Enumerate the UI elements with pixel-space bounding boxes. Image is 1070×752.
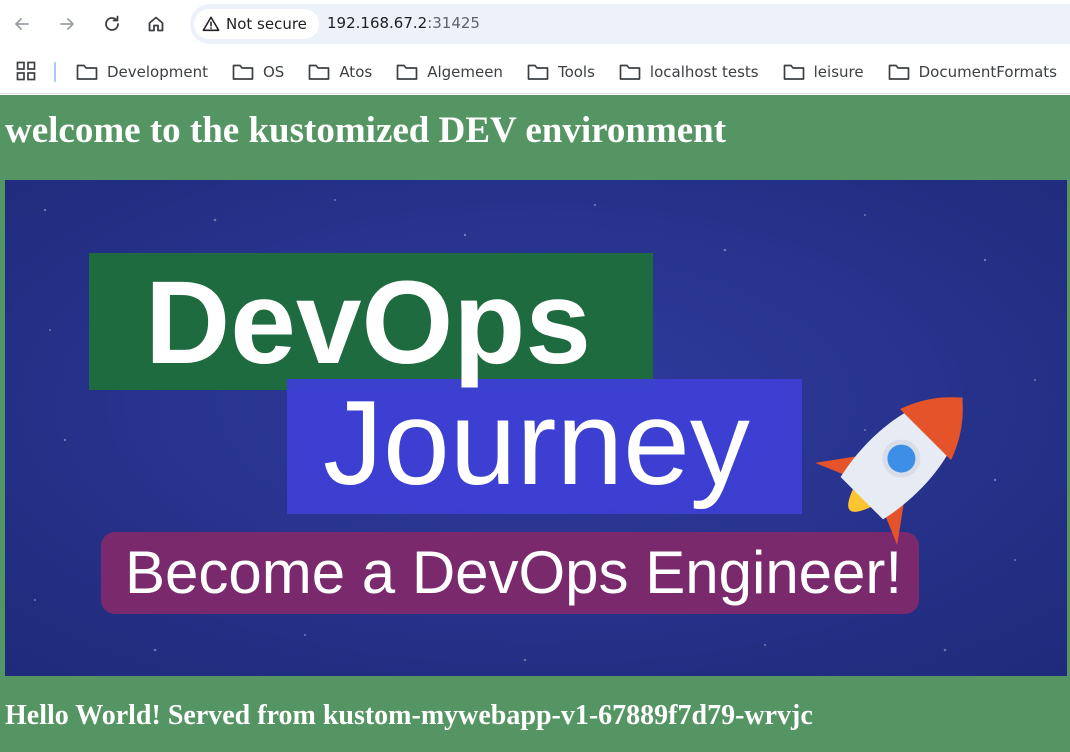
bookmark-folder-localhost-tests[interactable]: localhost tests	[619, 63, 759, 81]
bookmark-label: Tools	[557, 63, 595, 81]
folder-icon	[396, 64, 418, 80]
bookmark-label: localhost tests	[649, 63, 759, 81]
page-body: welcome to the kustomized DEV environmen…	[0, 95, 1070, 752]
page-heading: welcome to the kustomized DEV environmen…	[5, 110, 727, 151]
banner-line-journey: Journey	[323, 376, 750, 510]
bookmark-label: Atos	[339, 63, 373, 81]
bookmark-list: Development OS Atos Algemeen Tools local…	[76, 50, 1070, 94]
bookmarks-divider	[54, 62, 56, 82]
back-arrow-icon	[15, 18, 29, 30]
security-label: Not secure	[226, 15, 307, 33]
bookmark-label: Algemeen	[427, 63, 503, 81]
back-button[interactable]	[7, 9, 37, 39]
bookmark-label: leisure	[813, 63, 864, 81]
bookmark-folder-atos[interactable]: Atos	[308, 63, 372, 81]
bookmark-label: Development	[107, 63, 208, 81]
devops-banner-image: DevOps Journey Become a DevOps Engineer!	[5, 180, 1067, 676]
banner-line-devops: DevOps	[145, 257, 591, 389]
security-chip[interactable]: Not secure	[194, 9, 319, 39]
folder-icon	[888, 64, 909, 80]
folder-icon	[783, 64, 804, 80]
url-port: :31425	[427, 14, 480, 32]
forward-button[interactable]	[52, 9, 82, 39]
home-button[interactable]	[141, 9, 171, 39]
bookmark-label: OS	[262, 63, 285, 81]
folder-icon	[76, 64, 98, 80]
folder-icon	[619, 64, 641, 80]
folder-icon	[232, 64, 254, 80]
hello-served-from-text: Hello World! Served from kustom-mywebapp…	[5, 700, 813, 731]
browser-toolbar: Not secure 192.168.67.2:31425	[0, 0, 1070, 50]
banner-line-engineer: Become a DevOps Engineer!	[125, 539, 902, 606]
reload-icon	[105, 15, 119, 31]
url-host: 192.168.67.2	[327, 14, 428, 32]
banner-graphic: DevOps Journey Become a DevOps Engineer!	[5, 180, 1067, 676]
bookmark-folder-leisure[interactable]: leisure	[783, 63, 864, 81]
bookmark-folder-algemeen[interactable]: Algemeen	[396, 63, 503, 81]
warning-triangle-icon	[202, 16, 220, 32]
bookmark-folder-development[interactable]: Development	[76, 63, 208, 81]
bookmark-folder-documentformats[interactable]: DocumentFormats	[888, 63, 1057, 81]
folder-icon	[527, 64, 549, 80]
forward-arrow-icon	[60, 18, 74, 30]
home-icon	[148, 16, 164, 32]
apps-grid-icon[interactable]	[16, 61, 36, 81]
folder-icon	[308, 64, 330, 80]
bookmark-label: DocumentFormats	[918, 63, 1057, 81]
url-text[interactable]: 192.168.67.2:31425	[327, 14, 480, 32]
bookmarks-bar: Development OS Atos Algemeen Tools local…	[0, 50, 1070, 94]
address-bar[interactable]	[190, 4, 1070, 44]
reload-button[interactable]	[97, 9, 127, 39]
bookmark-folder-os[interactable]: OS	[232, 63, 284, 81]
bookmark-folder-tools[interactable]: Tools	[527, 63, 595, 81]
